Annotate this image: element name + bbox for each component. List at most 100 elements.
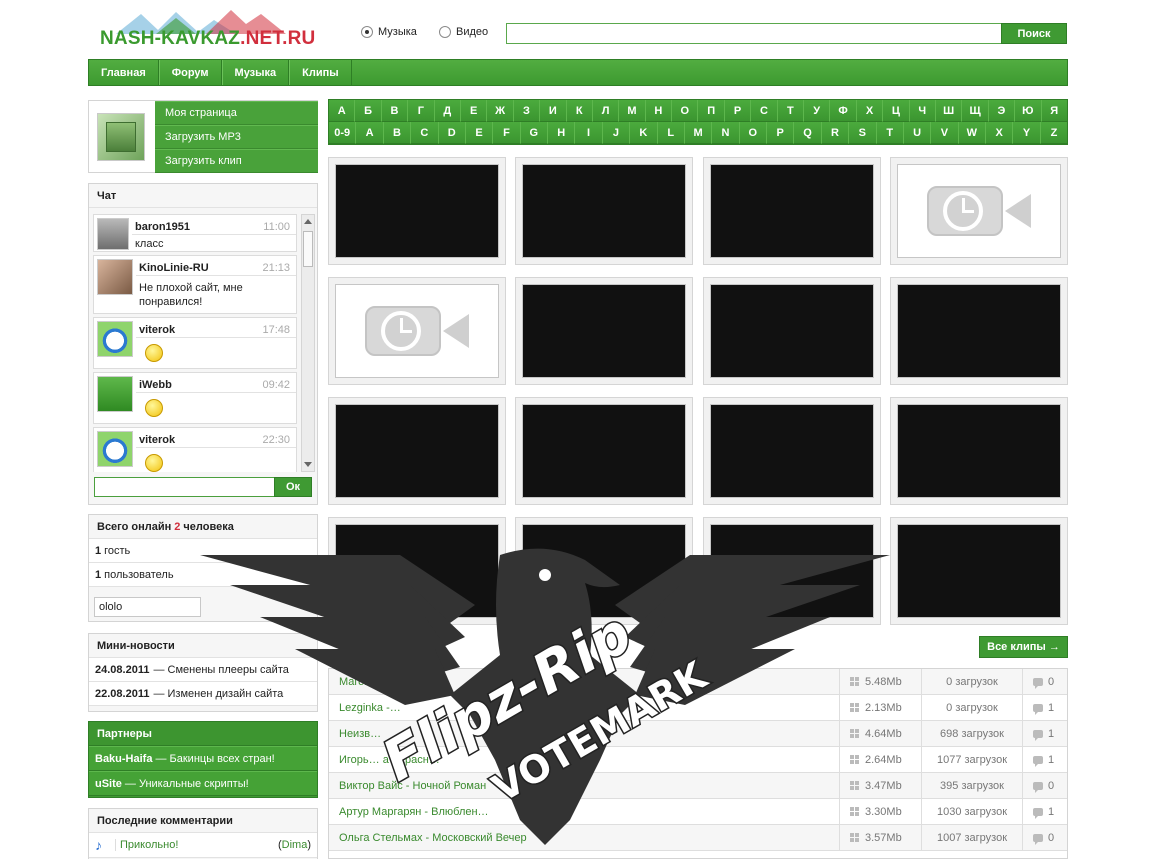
letter-row2-11[interactable]: K: [630, 122, 658, 144]
letter-row1-12[interactable]: Н: [645, 100, 673, 122]
avatar[interactable]: [97, 113, 145, 161]
chat-scrollbar[interactable]: [301, 214, 315, 472]
chat-nick[interactable]: baron1951: [135, 221, 190, 233]
comment-item[interactable]: ♪ Прикольно! (Dima): [89, 833, 317, 858]
letter-row1-25[interactable]: Э: [988, 100, 1016, 122]
chat-list[interactable]: baron1951 11:00 класс KinoLinie-RU 21:13…: [93, 214, 299, 472]
letter-row2-10[interactable]: J: [602, 122, 631, 144]
avatar[interactable]: [97, 218, 129, 250]
letter-row1-13[interactable]: О: [672, 100, 699, 122]
news-item[interactable]: 22.08.2011— Изменен дизайн сайта: [89, 682, 317, 706]
letter-row2-9[interactable]: I: [575, 122, 603, 144]
letter-row2-7[interactable]: G: [520, 122, 548, 144]
nav-home[interactable]: Главная: [89, 60, 159, 85]
video-thumbnail[interactable]: [703, 277, 881, 385]
letter-row1-2[interactable]: В: [381, 100, 409, 122]
comment-text[interactable]: Прикольно!: [115, 839, 278, 851]
online-user-link[interactable]: ololo: [94, 597, 201, 617]
track-comments[interactable]: 1: [1022, 695, 1067, 720]
letter-row2-12[interactable]: L: [657, 122, 685, 144]
radio-unchecked-icon[interactable]: [439, 26, 451, 38]
nav-music[interactable]: Музыка: [221, 60, 290, 85]
letter-row2-25[interactable]: Y: [1013, 122, 1041, 144]
video-thumbnail[interactable]: [328, 277, 506, 385]
video-thumbnail[interactable]: [328, 517, 506, 625]
video-thumbnail[interactable]: [890, 517, 1068, 625]
letter-row2-16[interactable]: P: [767, 122, 795, 144]
avatar[interactable]: [97, 376, 133, 412]
chat-nick[interactable]: viterok: [139, 324, 175, 336]
letter-row2-18[interactable]: R: [821, 122, 850, 144]
letter-row1-21[interactable]: Ц: [883, 100, 910, 122]
letter-row2-14[interactable]: N: [712, 122, 740, 144]
letter-row1-14[interactable]: П: [698, 100, 725, 122]
video-thumbnail[interactable]: [515, 517, 693, 625]
letter-row2-13[interactable]: M: [684, 122, 713, 144]
profile-menu-upload-mp3[interactable]: Загрузить MP3: [155, 125, 318, 149]
profile-menu-upload-clip[interactable]: Загрузить клип: [155, 149, 318, 173]
letter-row1-26[interactable]: Ю: [1015, 100, 1042, 122]
letter-row2-22[interactable]: V: [931, 122, 959, 144]
all-clips-button[interactable]: Все клипы →: [979, 636, 1068, 658]
letter-row1-9[interactable]: К: [566, 100, 593, 122]
nav-clips[interactable]: Клипы: [289, 60, 352, 85]
letter-row1-11[interactable]: М: [619, 100, 646, 122]
chat-nick[interactable]: viterok: [139, 434, 175, 446]
scroll-down-icon[interactable]: [304, 462, 312, 467]
track-comments[interactable]: 0: [1022, 825, 1067, 850]
scroll-up-icon[interactable]: [304, 219, 312, 224]
video-thumbnail[interactable]: [890, 157, 1068, 265]
letter-row2-6[interactable]: F: [493, 122, 521, 144]
track-name-link[interactable]: Виктор Вайс - Ночной Роман: [329, 780, 839, 792]
avatar[interactable]: [97, 321, 133, 357]
nav-forum[interactable]: Форум: [158, 60, 222, 85]
letter-row1-15[interactable]: Р: [724, 100, 752, 122]
track-comments[interactable]: 1: [1022, 747, 1067, 772]
letter-row1-3[interactable]: Г: [408, 100, 435, 122]
radio-checked-icon[interactable]: [361, 26, 373, 38]
search-input[interactable]: [506, 23, 1002, 44]
chat-input[interactable]: [94, 477, 275, 497]
letter-row2-23[interactable]: W: [958, 122, 986, 144]
track-name-link[interactable]: Неизв…: [329, 728, 839, 740]
track-comments[interactable]: 0: [1022, 669, 1067, 694]
letter-row2-15[interactable]: O: [739, 122, 767, 144]
letter-row2-0[interactable]: 0-9: [329, 122, 357, 144]
video-thumbnail[interactable]: [890, 277, 1068, 385]
video-thumbnail[interactable]: [515, 277, 693, 385]
letter-row1-6[interactable]: Ж: [487, 100, 514, 122]
letter-row1-18[interactable]: У: [804, 100, 831, 122]
video-thumbnail[interactable]: [515, 397, 693, 505]
letter-row1-10[interactable]: Л: [592, 100, 620, 122]
letter-row1-0[interactable]: А: [329, 100, 356, 122]
site-logo[interactable]: NASH-KAVKAZ.NET.RU: [96, 10, 326, 58]
letter-row2-5[interactable]: E: [465, 122, 494, 144]
video-thumbnail[interactable]: [328, 397, 506, 505]
letter-row2-3[interactable]: C: [411, 122, 439, 144]
letter-row2-4[interactable]: D: [438, 122, 466, 144]
letter-row2-8[interactable]: H: [548, 122, 576, 144]
letter-row1-16[interactable]: С: [751, 100, 778, 122]
video-thumbnail[interactable]: [328, 157, 506, 265]
letter-row1-4[interactable]: Д: [434, 100, 461, 122]
track-comments[interactable]: 1: [1022, 721, 1067, 746]
video-thumbnail[interactable]: [515, 157, 693, 265]
chat-nick[interactable]: iWebb: [139, 379, 172, 391]
video-thumbnail[interactable]: [890, 397, 1068, 505]
track-name-link[interactable]: Игорь… а - Красн…: [329, 754, 839, 766]
scroll-thumb[interactable]: [303, 231, 313, 267]
search-button[interactable]: Поиск: [1001, 23, 1067, 44]
track-name-link[interactable]: Артур Маргарян - Влюблен…: [329, 806, 839, 818]
profile-menu-my-page[interactable]: Моя страница: [155, 101, 318, 125]
letter-row2-1[interactable]: A: [356, 122, 384, 144]
video-thumbnail[interactable]: [703, 157, 881, 265]
letter-row2-17[interactable]: Q: [794, 122, 822, 144]
avatar[interactable]: [97, 431, 133, 467]
letter-row2-19[interactable]: S: [849, 122, 877, 144]
radio-video[interactable]: Видео: [439, 26, 488, 38]
track-comments[interactable]: 1: [1022, 799, 1067, 824]
track-comments[interactable]: 0: [1022, 773, 1067, 798]
video-thumbnail[interactable]: [703, 397, 881, 505]
partner-item[interactable]: uSite — Уникальные скрипты!: [89, 771, 317, 796]
letter-row1-20[interactable]: Х: [856, 100, 884, 122]
